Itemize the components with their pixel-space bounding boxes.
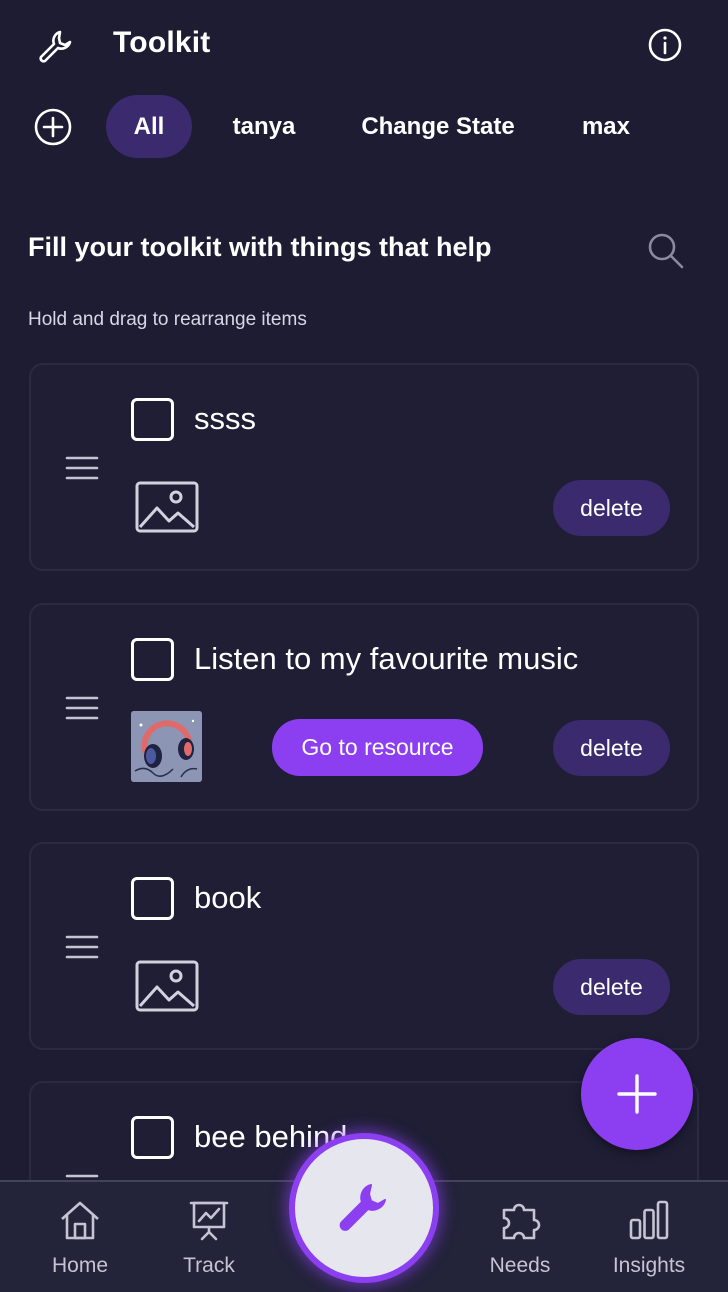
toolkit-item-card: book delete [29, 842, 699, 1050]
nav-home[interactable]: Home [20, 1182, 140, 1292]
app-header: Toolkit [0, 0, 728, 90]
nav-track[interactable]: Track [149, 1182, 269, 1292]
toolkit-item-card: ssss delete [29, 363, 699, 571]
search-icon[interactable] [645, 230, 685, 270]
nav-label: Track [183, 1254, 235, 1277]
category-tabs: All tanya Change State max [0, 95, 728, 159]
image-placeholder-icon [135, 481, 199, 533]
tab-all[interactable]: All [106, 95, 192, 158]
bar-chart-icon [629, 1200, 669, 1240]
tab-max[interactable]: max [560, 95, 652, 158]
add-category-icon[interactable] [33, 107, 73, 147]
drag-handle-icon[interactable] [65, 934, 99, 960]
nav-label: Insights [612, 1254, 686, 1277]
tab-change-state[interactable]: Change State [350, 95, 526, 158]
headphones-thumbnail [131, 711, 202, 782]
go-to-resource-button[interactable]: Go to resource [272, 719, 483, 776]
wrench-icon [36, 26, 76, 66]
item-title: Listen to my favourite music [194, 641, 579, 676]
item-checkbox[interactable] [131, 398, 174, 441]
wrench-icon [339, 1184, 386, 1231]
section-title: Fill your toolkit with things that help [28, 232, 492, 262]
nav-needs[interactable]: Needs [460, 1182, 580, 1292]
info-icon[interactable] [647, 27, 683, 63]
item-checkbox[interactable] [131, 638, 174, 681]
toolkit-item-card: Listen to my favourite music Go to resou… [29, 603, 699, 811]
toolkit-nav-button[interactable] [289, 1133, 439, 1283]
item-title: ssss [194, 401, 256, 436]
toolkit-screen: Toolkit All tanya Change State max Fill … [0, 0, 728, 1292]
puzzle-icon [502, 1203, 541, 1240]
page-title: Toolkit [113, 26, 211, 59]
nav-label: Home [51, 1254, 109, 1277]
nav-insights[interactable]: Insights [589, 1182, 709, 1292]
presentation-chart-icon [189, 1201, 229, 1241]
item-checkbox[interactable] [131, 877, 174, 920]
tab-tanya[interactable]: tanya [218, 95, 310, 158]
home-icon [61, 1201, 99, 1240]
item-checkbox[interactable] [131, 1116, 174, 1159]
drag-handle-icon[interactable] [65, 695, 99, 721]
delete-button[interactable]: delete [553, 480, 670, 536]
delete-button[interactable]: delete [553, 720, 670, 776]
image-placeholder-icon [135, 960, 199, 1012]
nav-label: Needs [489, 1254, 551, 1277]
plus-icon [617, 1074, 657, 1114]
item-title: book [194, 880, 262, 915]
drag-handle-icon[interactable] [65, 455, 99, 481]
rearrange-hint: Hold and drag to rearrange items [28, 309, 307, 330]
delete-button[interactable]: delete [553, 959, 670, 1015]
add-item-button[interactable] [581, 1038, 693, 1150]
